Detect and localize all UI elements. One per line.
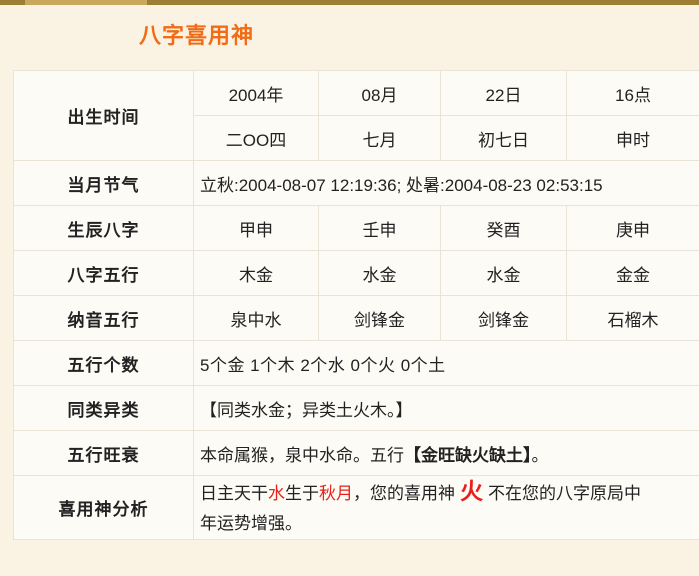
birth-time-solar-day: 22日	[440, 70, 567, 116]
analysis-text-a: 日主天干	[200, 484, 268, 503]
table-row-bazi: 生辰八字 甲申 壬申 癸酉 庚申	[13, 205, 699, 251]
analysis-text-d: 不在您的八字原局中	[488, 484, 641, 503]
analysis-red-autumn-month: 秋月	[319, 484, 353, 503]
row-label-bazi: 生辰八字	[13, 205, 194, 251]
bazi-month-pillar: 壬申	[318, 205, 441, 251]
row-label-wuxing-strength: 五行旺衰	[13, 430, 194, 476]
analysis-text-c: ，您的喜用神	[353, 484, 455, 503]
top-gold-strip-highlight	[25, 0, 147, 5]
analysis-red-fire: 火	[460, 478, 483, 504]
nayin-wuxing-hour: 石榴木	[566, 295, 699, 341]
table-row-same-diff: 同类异类 【同类水金；异类土火木。】	[13, 385, 699, 431]
bazi-wuxing-month: 水金	[318, 250, 441, 296]
birth-time-solar-month: 08月	[318, 70, 441, 116]
table-row-wuxing-strength: 五行旺衰 本命属猴，泉中水命。五行【金旺缺火缺土】。	[13, 430, 699, 476]
row-label-solar-terms: 当月节气	[13, 160, 194, 206]
wuxing-count-value: 5个金 1个木 2个水 0个火 0个土	[193, 340, 699, 386]
analysis-line-1: 日主天干水生于秋月，您的喜用神火不在您的八字原局中	[200, 477, 693, 510]
analysis-line-2: 年运势增强。	[200, 514, 302, 533]
table-row-analysis: 喜用神分析 日主天干水生于秋月，您的喜用神火不在您的八字原局中 年运势增强。	[13, 475, 699, 540]
bazi-wuxing-day: 水金	[440, 250, 567, 296]
analysis-text-b: 生于	[285, 484, 319, 503]
nayin-wuxing-day: 剑锋金	[440, 295, 567, 341]
bazi-table: 出生时间 2004年 08月 22日 16点 二OO四 七月 初七日 申时 当月…	[13, 70, 699, 540]
wuxing-strength-value: 本命属猴，泉中水命。五行【金旺缺火缺土】。	[193, 430, 699, 476]
table-row-solar-terms: 当月节气 立秋:2004-08-07 12:19:36; 处暑:2004-08-…	[13, 160, 699, 206]
table-row-birth-time-solar: 出生时间 2004年 08月 22日 16点	[13, 70, 699, 161]
table-row-bazi-wuxing: 八字五行 木金 水金 水金 金金	[13, 250, 699, 296]
page-root: 八字喜用神 出生时间 2004年 08月 22日 16点 二OO四 七月 初七日…	[0, 0, 699, 576]
birth-time-solar-year: 2004年	[193, 70, 319, 116]
bazi-year-pillar: 甲申	[193, 205, 319, 251]
same-diff-value: 【同类水金；异类土火木。】	[193, 385, 699, 431]
row-label-bazi-wuxing: 八字五行	[13, 250, 194, 296]
row-label-same-diff: 同类异类	[13, 385, 194, 431]
birth-time-lunar-year: 二OO四	[193, 115, 319, 161]
wuxing-strength-suffix: 。	[531, 445, 549, 465]
wuxing-strength-bracket: 【金旺缺火缺土】	[404, 445, 532, 465]
row-label-wuxing-count: 五行个数	[13, 340, 194, 386]
top-gold-strip	[0, 0, 699, 5]
nayin-wuxing-year: 泉中水	[193, 295, 319, 341]
row-label-analysis: 喜用神分析	[13, 475, 194, 540]
birth-time-lunar-month: 七月	[318, 115, 441, 161]
bazi-day-pillar: 癸酉	[440, 205, 567, 251]
bazi-hour-pillar: 庚申	[566, 205, 699, 251]
birth-time-solar-hour: 16点	[566, 70, 699, 116]
analysis-red-water: 水	[268, 484, 285, 503]
table-row-wuxing-count: 五行个数 5个金 1个木 2个水 0个火 0个土	[13, 340, 699, 386]
row-label-nayin-wuxing: 纳音五行	[13, 295, 194, 341]
bazi-table-wrapper: 出生时间 2004年 08月 22日 16点 二OO四 七月 初七日 申时 当月…	[13, 70, 699, 576]
bazi-wuxing-hour: 金金	[566, 250, 699, 296]
bazi-wuxing-year: 木金	[193, 250, 319, 296]
page-title: 八字喜用神	[139, 23, 255, 48]
analysis-value: 日主天干水生于秋月，您的喜用神火不在您的八字原局中 年运势增强。	[193, 475, 699, 540]
birth-time-lunar-hour: 申时	[566, 115, 699, 161]
nayin-wuxing-month: 剑锋金	[318, 295, 441, 341]
wuxing-strength-prefix: 本命属猴，泉中水命。五行	[200, 445, 404, 465]
row-label-birth-time: 出生时间	[13, 70, 194, 161]
solar-terms-value: 立秋:2004-08-07 12:19:36; 处暑:2004-08-23 02…	[193, 160, 699, 206]
table-row-nayin-wuxing: 纳音五行 泉中水 剑锋金 剑锋金 石榴木	[13, 295, 699, 341]
birth-time-lunar-day: 初七日	[440, 115, 567, 161]
